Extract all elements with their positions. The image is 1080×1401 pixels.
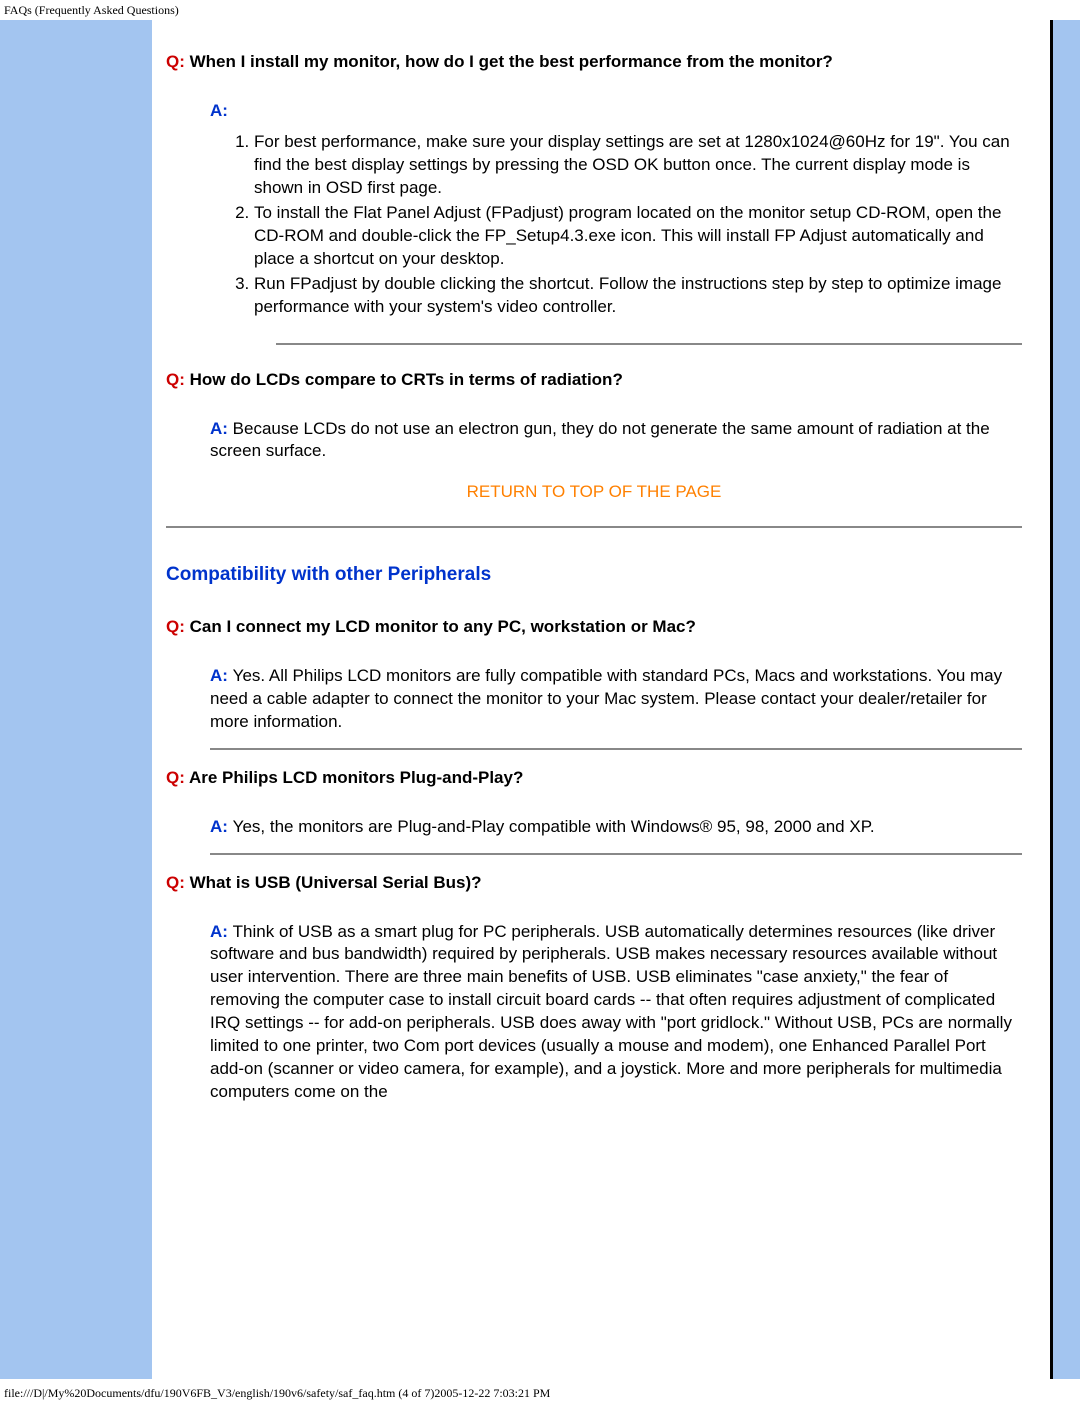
divider [210, 748, 1022, 750]
answer-3-text: Yes. All Philips LCD monitors are fully … [210, 666, 1002, 731]
a-label: A: [210, 922, 233, 941]
content-area: Q: When I install my monitor, how do I g… [152, 20, 1053, 1379]
question-2: Q: How do LCDs compare to CRTs in terms … [166, 369, 1022, 392]
q-label: Q: [166, 370, 190, 389]
question-4-text: Are Philips LCD monitors Plug-and-Play? [189, 768, 523, 787]
answer-1-list: For best performance, make sure your dis… [210, 131, 1022, 319]
question-5-text: What is USB (Universal Serial Bus)? [190, 873, 482, 892]
answer-1-step-3: Run FPadjust by double clicking the shor… [254, 273, 1022, 319]
question-1: Q: When I install my monitor, how do I g… [166, 51, 1022, 74]
answer-2: A: Because LCDs do not use an electron g… [210, 418, 1022, 464]
a-label: A: [210, 666, 233, 685]
a-label: A: [210, 419, 233, 438]
q-label: Q: [166, 52, 190, 71]
question-5: Q: What is USB (Universal Serial Bus)? [166, 872, 1022, 895]
answer-3: A: Yes. All Philips LCD monitors are ful… [210, 665, 1022, 734]
answer-4: A: Yes, the monitors are Plug-and-Play c… [210, 816, 1022, 839]
return-to-top-link[interactable]: RETURN TO TOP OF THE PAGE [166, 481, 1022, 504]
a-label: A: [210, 101, 228, 120]
question-2-text: How do LCDs compare to CRTs in terms of … [190, 370, 623, 389]
answer-5: A: Think of USB as a smart plug for PC p… [210, 921, 1022, 1105]
question-1-text: When I install my monitor, how do I get … [190, 52, 833, 71]
answer-1-step-1: For best performance, make sure your dis… [254, 131, 1022, 200]
divider [210, 853, 1022, 855]
page-header: FAQs (Frequently Asked Questions) [0, 0, 1080, 20]
answer-1-step-2: To install the Flat Panel Adjust (FPadju… [254, 202, 1022, 271]
answer-4-text: Yes, the monitors are Plug-and-Play comp… [233, 817, 875, 836]
question-3-text: Can I connect my LCD monitor to any PC, … [190, 617, 696, 636]
answer-2-text: Because LCDs do not use an electron gun,… [210, 419, 990, 461]
section-heading-compatibility: Compatibility with other Peripherals [166, 562, 1022, 588]
q-label: Q: [166, 873, 190, 892]
page-background: Q: When I install my monitor, how do I g… [0, 20, 1080, 1379]
question-3: Q: Can I connect my LCD monitor to any P… [166, 616, 1022, 639]
footer-path: file:///D|/My%20Documents/dfu/190V6FB_V3… [0, 1379, 1080, 1401]
answer-5-text: Think of USB as a smart plug for PC peri… [210, 922, 1012, 1102]
a-label: A: [210, 817, 233, 836]
q-label: Q: [166, 617, 190, 636]
divider [276, 343, 1022, 345]
q-label: Q: [166, 768, 189, 787]
answer-1: A: For best performance, make sure your … [210, 100, 1022, 318]
question-4: Q: Are Philips LCD monitors Plug-and-Pla… [166, 767, 1022, 790]
divider [166, 526, 1022, 528]
